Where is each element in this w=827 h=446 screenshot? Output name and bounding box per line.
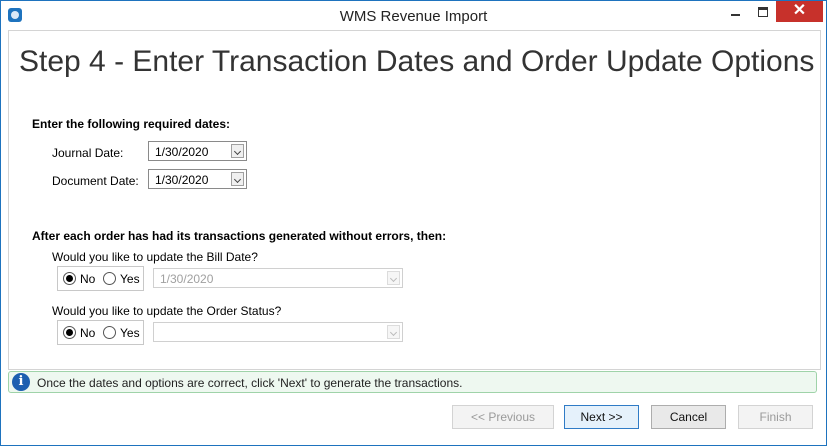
journal-date-label: Journal Date: [52,146,124,160]
order-status-yes-label[interactable]: Yes [120,326,140,340]
page-title: Step 4 - Enter Transaction Dates and Ord… [19,45,815,78]
info-bar: i Once the dates and options are correct… [8,371,817,393]
order-status-no-label[interactable]: No [80,326,95,340]
order-status-no-radio[interactable] [63,326,76,339]
order-status-yes-radio[interactable] [103,326,116,339]
options-section-label: After each order has had its transaction… [32,229,447,243]
bill-date-yes-label[interactable]: Yes [120,272,140,286]
maximize-button[interactable] [749,1,775,22]
title-bar[interactable]: WMS Revenue Import ✕ [1,1,826,31]
bill-date-value: 1/30/2020 [160,272,214,286]
bill-date-picker: 1/30/2020 [153,268,403,288]
bill-date-no-label[interactable]: No [80,272,95,286]
cancel-button[interactable]: Cancel [651,405,726,429]
journal-date-picker[interactable]: 1/30/2020 [148,141,247,161]
document-date-value: 1/30/2020 [155,173,209,187]
close-icon: ✕ [792,2,807,19]
document-date-picker[interactable]: 1/30/2020 [148,169,247,189]
dates-section-label: Enter the following required dates: [32,117,231,131]
order-status-radio-group: No Yes [57,320,144,345]
journal-date-value: 1/30/2020 [155,145,209,159]
chevron-down-icon[interactable] [231,172,244,186]
close-button[interactable]: ✕ [776,1,823,22]
document-date-label: Document Date: [52,174,139,188]
bill-date-yes-radio[interactable] [103,272,116,285]
info-icon: i [12,373,30,391]
info-message: Once the dates and options are correct, … [37,376,463,390]
order-status-question: Would you like to update the Order Statu… [52,304,282,318]
chevron-down-icon [387,271,400,285]
window-title: WMS Revenue Import [339,8,488,25]
next-button[interactable]: Next >> [564,405,639,429]
finish-button: Finish [738,405,813,429]
order-status-select [153,322,403,342]
wizard-content: Step 4 - Enter Transaction Dates and Ord… [8,30,821,370]
minimize-button[interactable] [723,1,749,22]
chevron-down-icon[interactable] [231,144,244,158]
bill-date-no-radio[interactable] [63,272,76,285]
bill-date-radio-group: No Yes [57,266,144,291]
previous-button: << Previous [452,405,554,429]
chevron-down-icon [387,325,400,339]
bill-date-question: Would you like to update the Bill Date? [52,250,258,264]
